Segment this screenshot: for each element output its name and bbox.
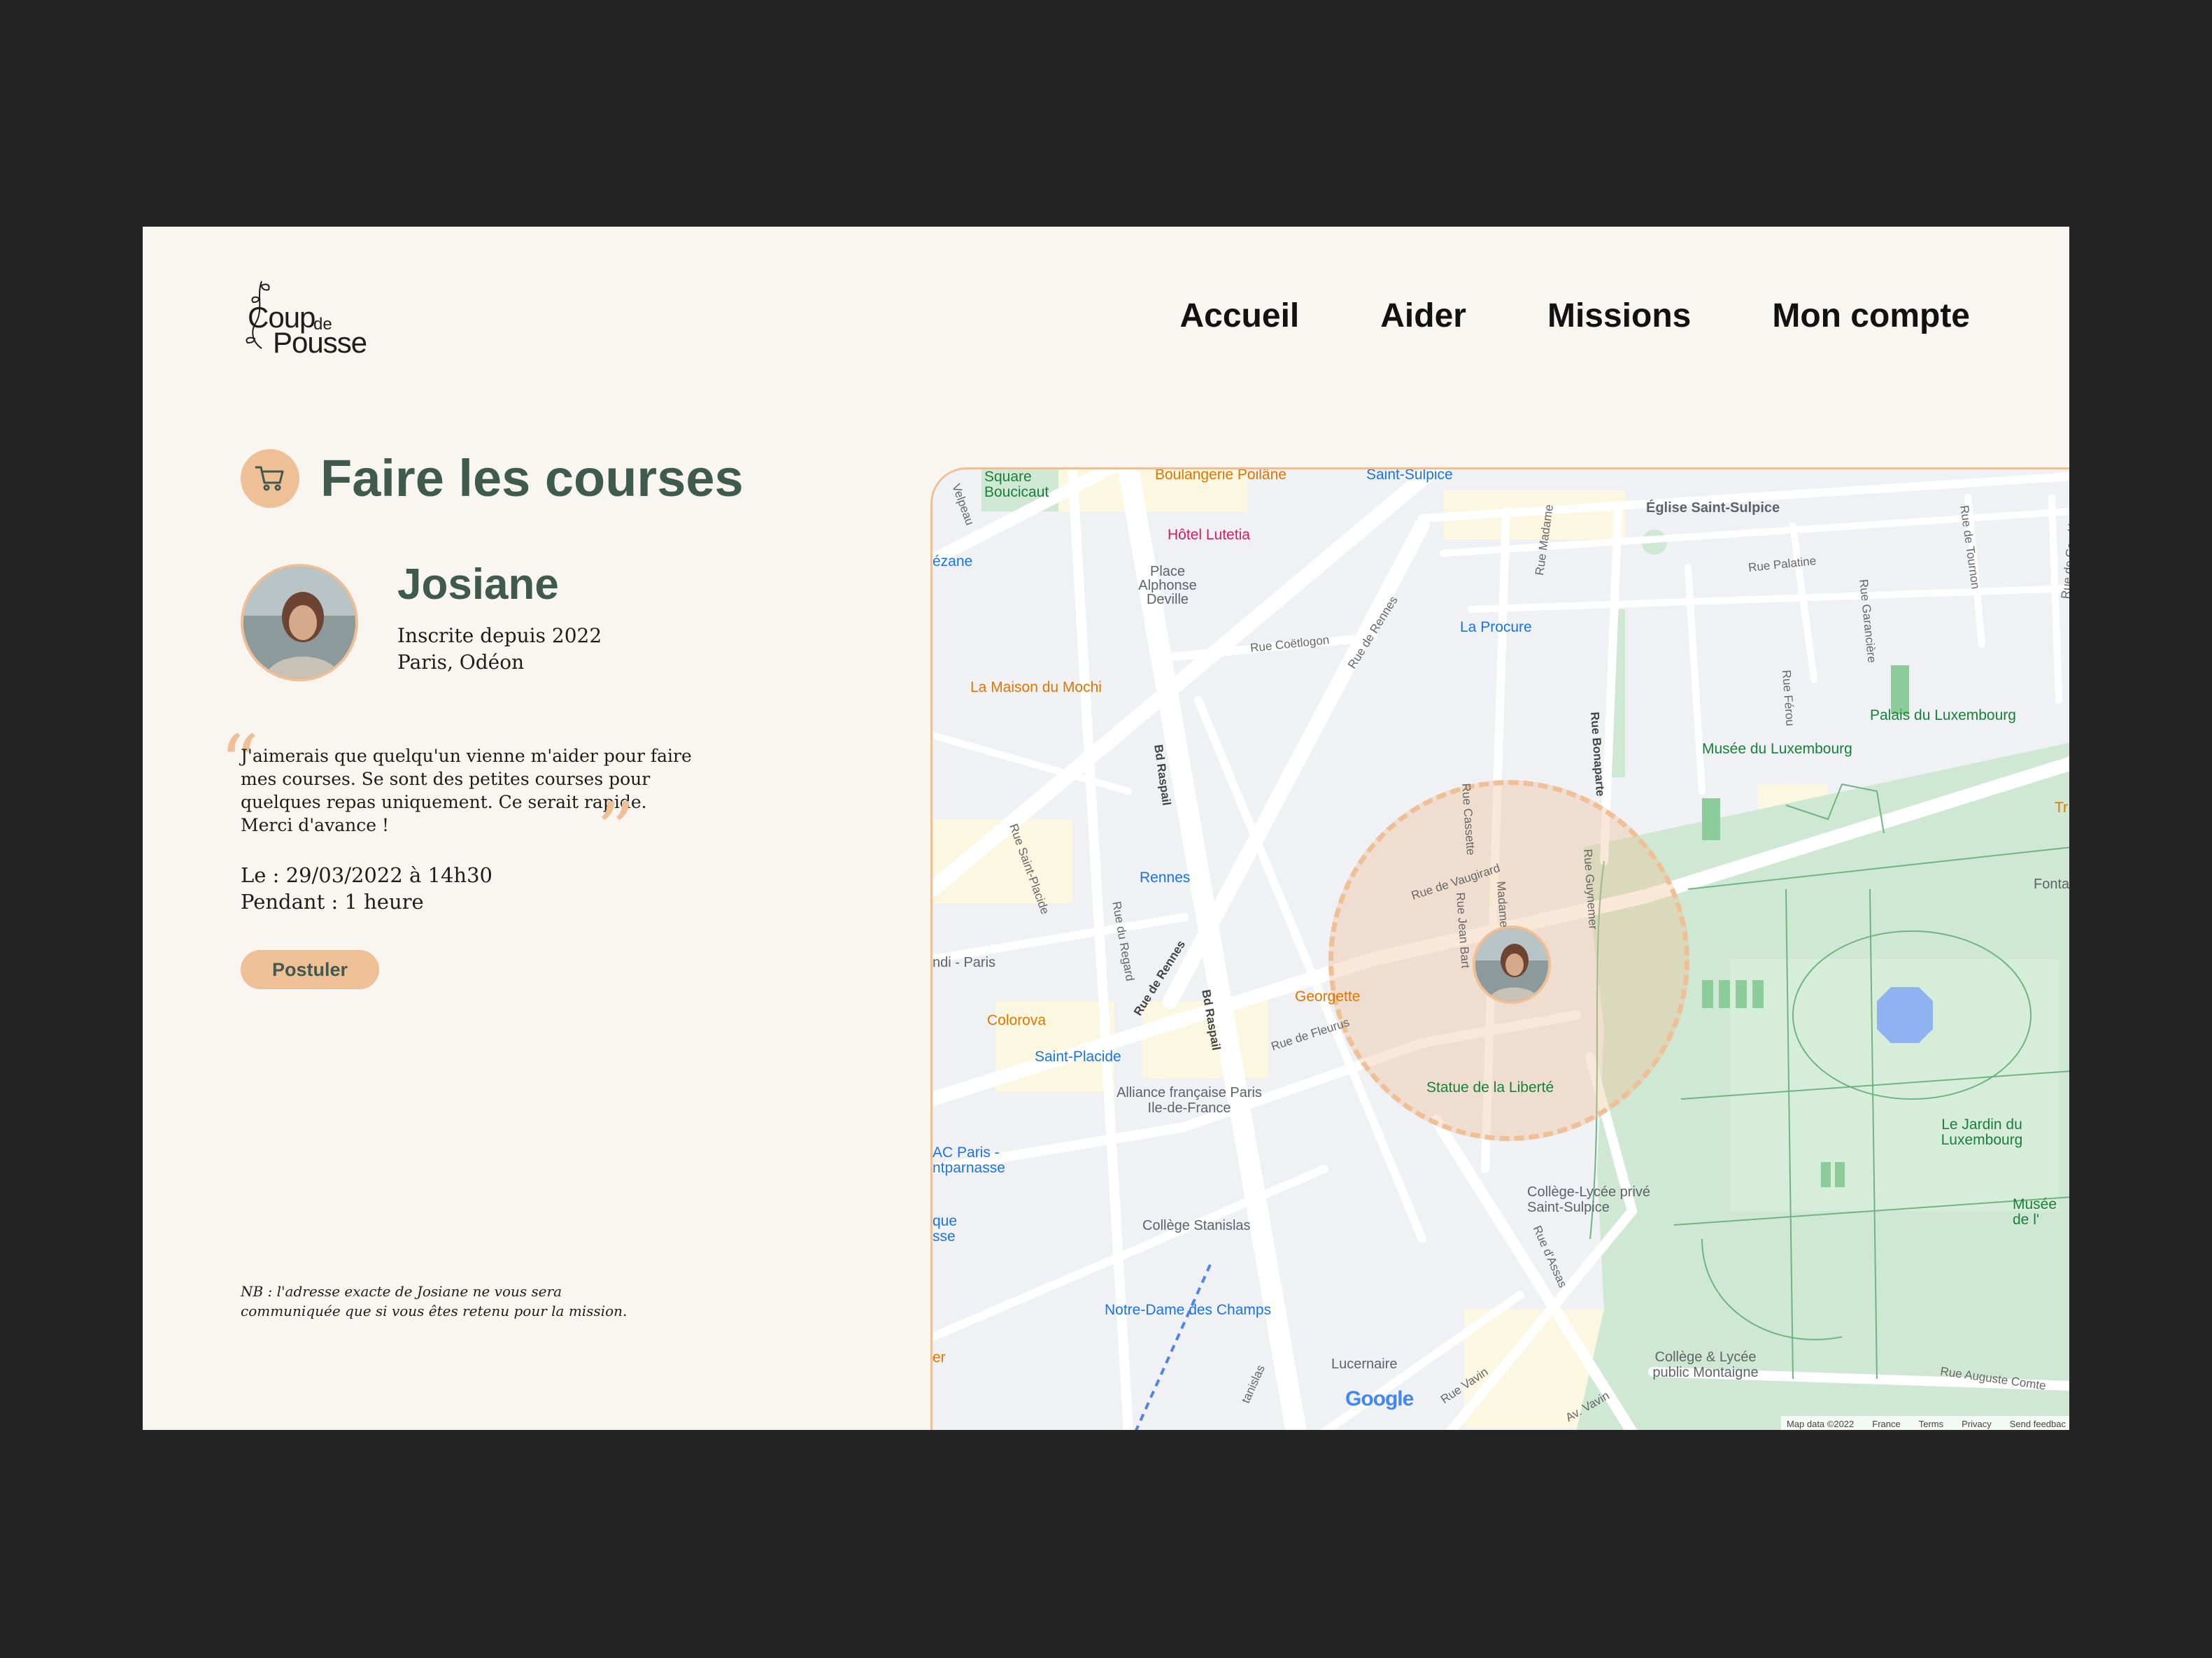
map-label-boulangerie[interactable]: Boulangerie Poilâne (1155, 469, 1286, 483)
requester-name: Josiane (397, 560, 559, 609)
mission-duration: Pendant : 1 heure (241, 890, 424, 914)
requester-avatar (241, 564, 358, 681)
map-label-georgette[interactable]: Georgette (1295, 989, 1360, 1005)
map-label-palais[interactable]: Palais du Luxembourg (1870, 707, 2016, 724)
map-label-procure[interactable]: La Procure (1460, 619, 1532, 636)
map-data-credit: Map data ©2022 (1786, 1419, 1855, 1429)
map-label-mochi[interactable]: La Maison du Mochi (970, 679, 1102, 696)
privacy-note: NB : l'adresse exacte de Josiane ne vous… (241, 1283, 628, 1319)
map-label-eglise[interactable]: Église Saint-Sulpice (1646, 500, 1780, 516)
map-label-alliance[interactable]: Alliance française Paris Ile-de-France (1116, 1085, 1263, 1116)
map-label-saint-placide[interactable]: Saint-Placide (1035, 1049, 1121, 1065)
google-logo: Google (1345, 1387, 1414, 1411)
postuler-button[interactable]: Postuler (241, 950, 379, 989)
logo-word-pousse: Pousse (273, 326, 367, 359)
mission-date: Le : 29/03/2022 à 14h30 (241, 863, 492, 887)
map-label-musee2: Musée de l' (2013, 1196, 2057, 1228)
map-label-notre-dame[interactable]: Notre-Dame des Champs (1105, 1302, 1271, 1319)
map-label-ac-paris[interactable]: AC Paris - ntparnasse (933, 1145, 1009, 1176)
map-footer: Map data ©2022 France Terms Privacy Send… (1780, 1416, 2069, 1430)
member-since: Inscrite depuis 2022 (397, 624, 602, 647)
map-label-fonta: Fonta (2034, 877, 2069, 892)
map-privacy-link[interactable]: Privacy (1962, 1419, 1992, 1429)
map-label-college-montaigne[interactable]: Collège & Lycée public Montaigne (1639, 1349, 1772, 1380)
nav-missions[interactable]: Missions (1547, 297, 1691, 335)
map-label-college-sulpice[interactable]: Collège-Lycée privé Saint-Sulpice (1527, 1184, 1667, 1215)
mission-title: Faire les courses (320, 449, 744, 507)
map-label-hotel[interactable]: Hôtel Lutetia (1168, 527, 1250, 544)
mission-header: Faire les courses (241, 448, 744, 508)
map-label-musee[interactable]: Musée du Luxembourg (1702, 741, 1852, 758)
map-terms-link[interactable]: Terms (1919, 1419, 1943, 1429)
nav-accueil[interactable]: Accueil (1180, 297, 1300, 335)
map-label-ndi[interactable]: ndi - Paris (933, 955, 995, 971)
main-nav: Accueil Aider Missions Mon compte (1180, 297, 1971, 335)
nav-aider[interactable]: Aider (1380, 297, 1466, 335)
nav-mon-compte[interactable]: Mon compte (1772, 297, 1970, 335)
map-label-rennes[interactable]: Rennes (1140, 870, 1190, 886)
map-label-que: que sse (933, 1213, 958, 1245)
map-country: France (1872, 1419, 1901, 1429)
map-label-tr: Tr (2055, 800, 2069, 816)
map-label-stanislas[interactable]: Collège Stanislas (1142, 1218, 1251, 1234)
location-map[interactable]: Boulangerie Poilâne Saint-Sulpice Église… (930, 467, 2069, 1430)
requester-location: Paris, Odéon (397, 651, 525, 674)
close-quote-icon: ” (596, 786, 636, 875)
map-label-lucernaire[interactable]: Lucernaire (1331, 1356, 1398, 1373)
map-label-jardin[interactable]: Le Jardin du Luxembourg (1933, 1117, 2031, 1148)
map-label-statue[interactable]: Statue de la Liberté (1426, 1079, 1554, 1096)
mission-page: Coup de Pousse Accueil Aider Missions Mo… (143, 227, 2069, 1430)
map-requester-marker[interactable] (1473, 926, 1551, 1004)
google-logo-text: Google (1345, 1387, 1414, 1410)
coup-de-pousse-logo[interactable]: Coup de Pousse (241, 276, 388, 367)
map-label-place-deville: Place Alphonse Deville (1138, 564, 1197, 607)
map-feedback-link[interactable]: Send feedbac (2010, 1419, 2066, 1429)
map-label-square[interactable]: Square Boucicaut (984, 469, 1061, 500)
cart-icon (241, 448, 299, 508)
map-label-cezane[interactable]: ézane (933, 553, 972, 570)
map-label-colorova[interactable]: Colorova (987, 1012, 1046, 1029)
map-label-saint-sulpice-metro[interactable]: Saint-Sulpice (1366, 469, 1453, 483)
map-label-er: er (933, 1349, 946, 1366)
